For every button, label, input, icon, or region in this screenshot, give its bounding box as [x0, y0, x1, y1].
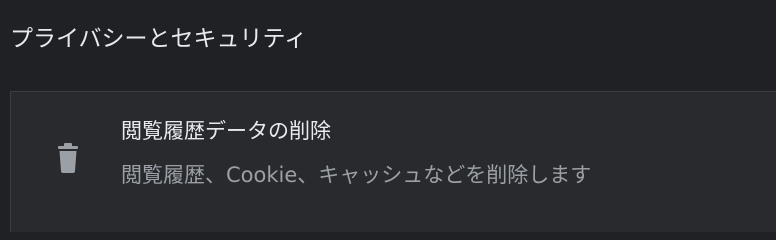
clear-browsing-data-title: 閲覧履歴データの削除	[121, 119, 331, 143]
section-title: プライバシーとセキュリティ	[10, 26, 308, 52]
privacy-settings-card: 閲覧履歴データの削除 閲覧履歴、Cookie、キャッシュなどを削除します	[10, 91, 776, 232]
trash-icon	[58, 143, 78, 173]
clear-browsing-data-row[interactable]: 閲覧履歴データの削除 閲覧履歴、Cookie、キャッシュなどを削除します	[11, 92, 776, 215]
clear-browsing-data-subtitle: 閲覧履歴、Cookie、キャッシュなどを削除します	[121, 163, 592, 187]
